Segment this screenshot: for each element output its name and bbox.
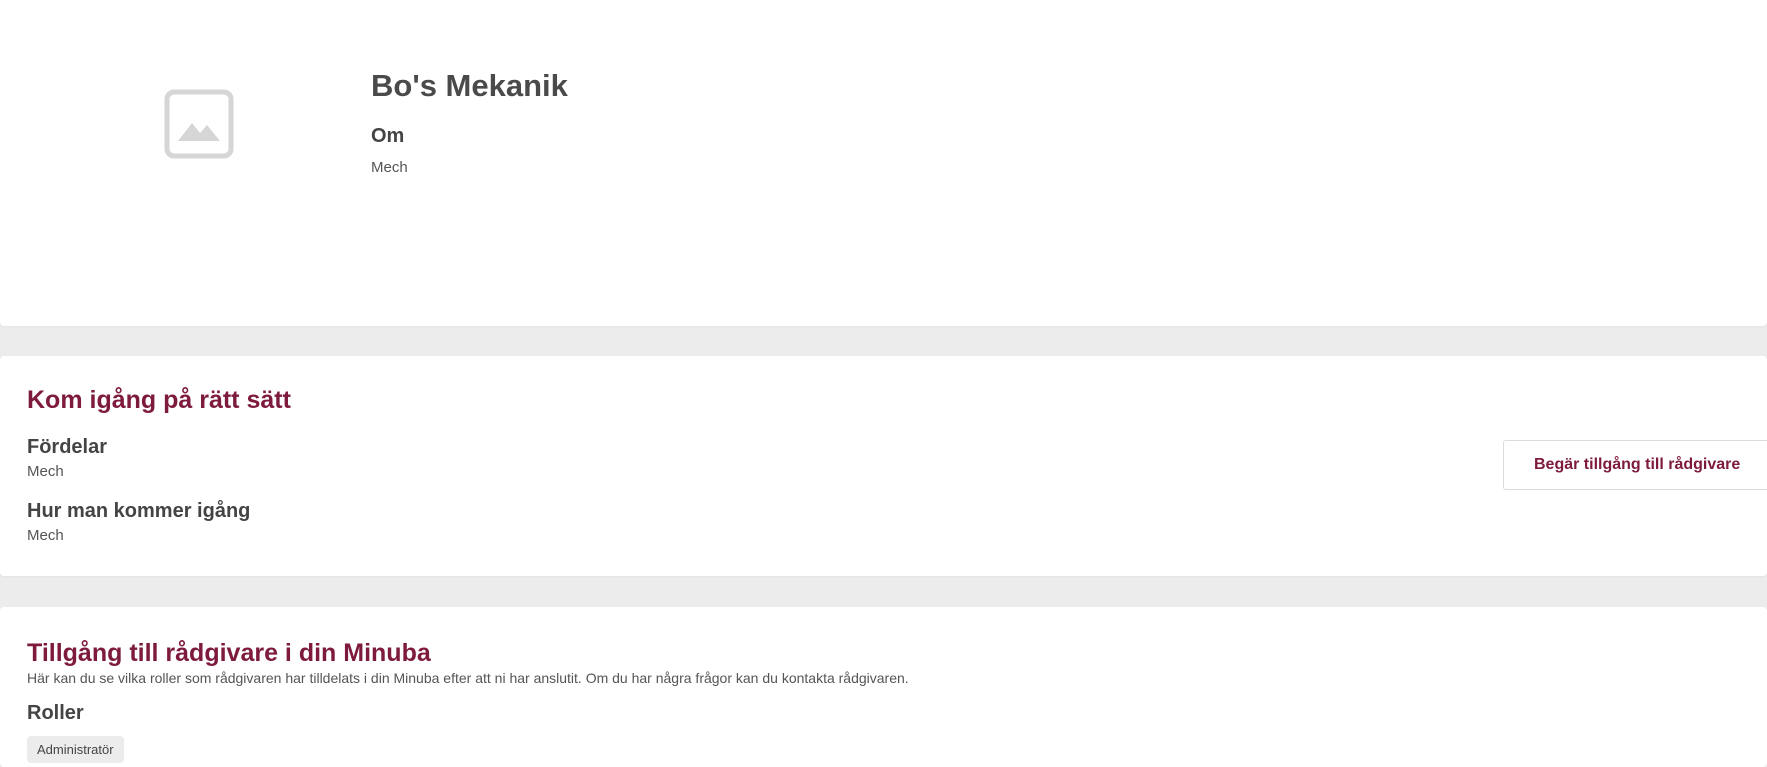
advisor-access-description: Här kan du se vilka roller som rådgivare…	[27, 670, 909, 686]
about-heading: Om	[371, 125, 405, 147]
role-chip: Administratör	[27, 736, 124, 763]
advisor-access-card: Tillgång till rådgivare i din Minuba Här…	[0, 607, 1767, 767]
getting-started-title: Kom igång på rätt sätt	[27, 386, 291, 414]
benefits-text: Mech	[27, 463, 64, 480]
about-text: Mech	[371, 159, 408, 176]
company-name: Bo's Mekanik	[371, 68, 568, 103]
getting-started-card: Kom igång på rätt sätt Fördelar Mech Hur…	[0, 356, 1767, 576]
image-placeholder-icon	[164, 89, 234, 159]
request-advisor-access-button[interactable]: Begär tillgång till rådgivare	[1503, 440, 1767, 490]
benefits-heading: Fördelar	[27, 436, 108, 458]
how-to-heading: Hur man kommer igång	[27, 500, 251, 522]
how-to-text: Mech	[27, 527, 64, 544]
advisor-access-title: Tillgång till rådgivare i din Minuba	[27, 639, 431, 667]
profile-card: Bo's Mekanik Om Mech	[0, 0, 1767, 326]
roles-heading: Roller	[27, 702, 84, 724]
